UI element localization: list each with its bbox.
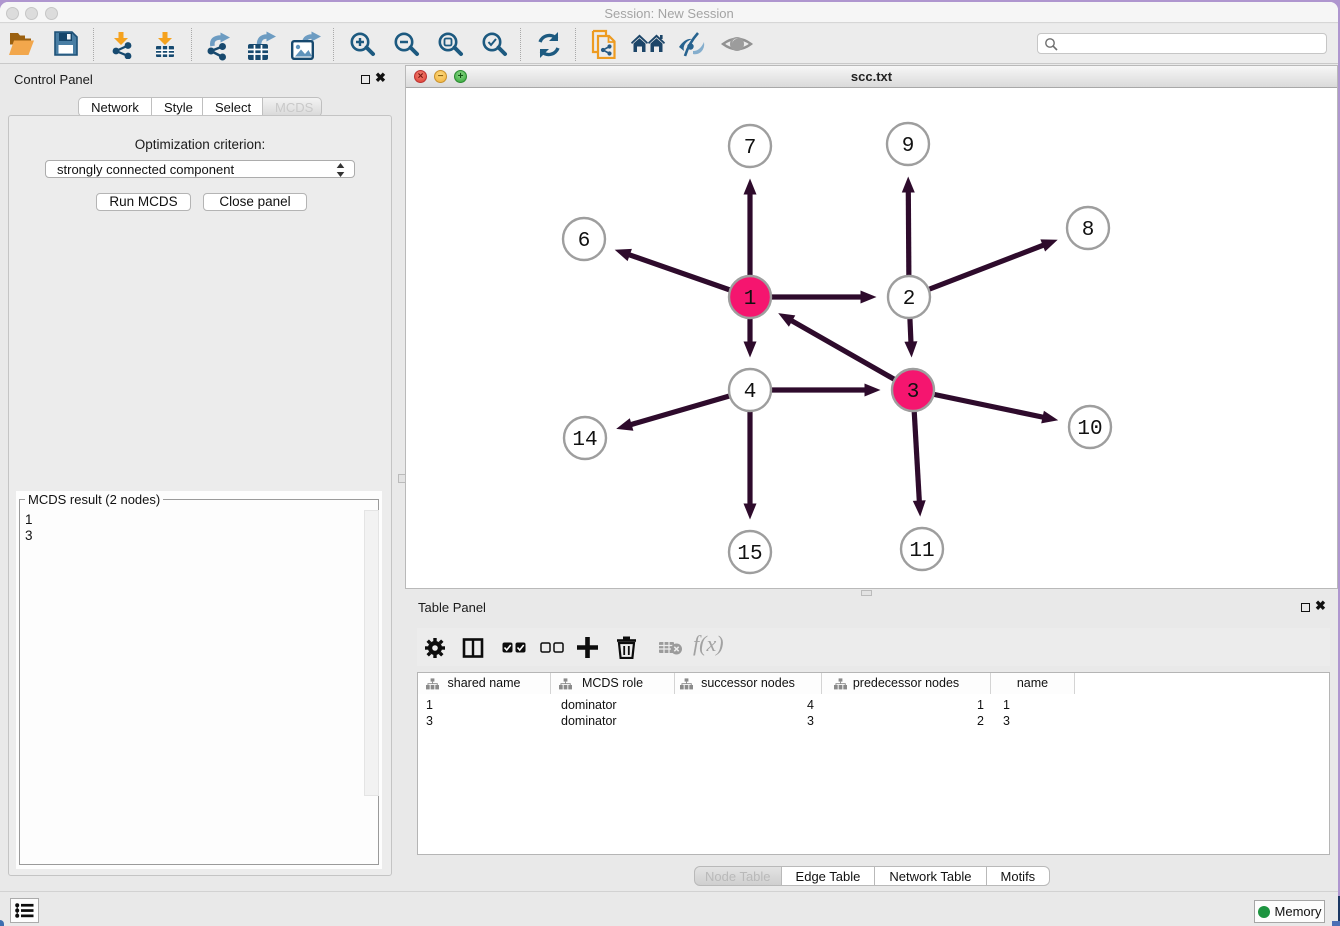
svg-text:4: 4 [744,381,757,404]
svg-text:15: 15 [737,543,762,566]
svg-text:14: 14 [572,429,597,452]
svg-text:2: 2 [903,288,916,311]
svg-text:11: 11 [909,540,934,563]
svg-text:6: 6 [578,230,591,253]
svg-text:1: 1 [744,288,757,311]
svg-text:10: 10 [1077,418,1102,441]
svg-text:3: 3 [907,381,920,404]
svg-text:8: 8 [1082,219,1095,242]
svg-text:7: 7 [744,137,757,160]
svg-text:9: 9 [902,135,915,158]
